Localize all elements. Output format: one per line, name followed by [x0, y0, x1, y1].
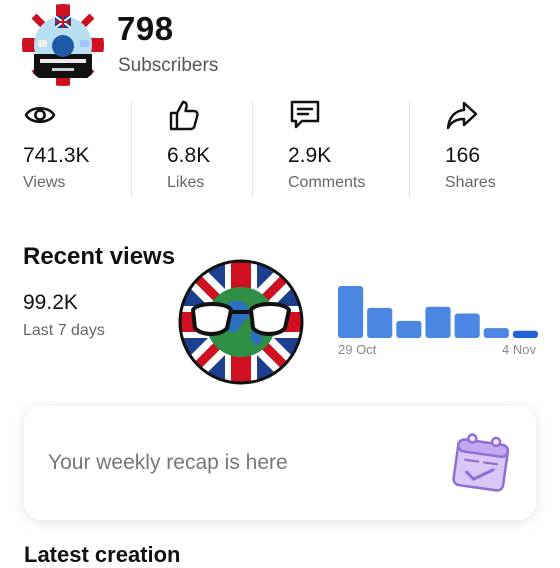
channel-avatar[interactable]: [22, 4, 104, 86]
stat-likes-value: 6.8K: [167, 144, 211, 167]
latest-creation-title: Latest creation: [24, 542, 181, 567]
stat-views[interactable]: 741.3K Views: [23, 98, 133, 192]
stat-likes-label: Likes: [167, 174, 205, 191]
weekly-recap-text: Your weekly recap is here: [48, 451, 288, 474]
divider: [252, 101, 253, 197]
thumbs-up-icon: [167, 98, 277, 132]
stat-comments[interactable]: 2.9K Comments: [288, 98, 398, 192]
stat-shares-value: 166: [445, 144, 481, 167]
eye-icon: [23, 98, 133, 132]
stat-shares[interactable]: 166 Shares: [445, 98, 555, 192]
recent-views-title: Recent views: [23, 243, 176, 270]
recent-views-period: Last 7 days: [23, 322, 105, 339]
calendar-check-icon: [448, 430, 514, 501]
stat-comments-value: 2.9K: [288, 144, 332, 167]
divider: [131, 101, 132, 197]
chart-date-start: 29 Oct: [338, 342, 377, 357]
chart-bar: [338, 286, 364, 338]
recent-views-value: 99.2K: [23, 291, 78, 314]
divider: [409, 101, 410, 197]
comment-icon: [288, 98, 398, 132]
subscriber-label: Subscribers: [118, 55, 219, 76]
share-icon: [445, 98, 555, 132]
weekly-recap-card[interactable]: Your weekly recap is here: [24, 406, 536, 520]
stat-comments-label: Comments: [288, 174, 366, 191]
chart-bar: [454, 313, 480, 338]
stat-views-value: 741.3K: [23, 144, 90, 167]
chart-bar: [425, 306, 451, 338]
countryball-sticker: [177, 258, 305, 391]
chart-bar: [483, 328, 509, 338]
chart-bar: [512, 330, 538, 338]
chart-bar: [396, 320, 422, 338]
chart-date-end: 4 Nov: [502, 342, 536, 357]
subscriber-count: 798: [117, 10, 174, 47]
chart-bar: [367, 307, 393, 338]
stat-views-label: Views: [23, 174, 66, 191]
stat-shares-label: Shares: [445, 174, 496, 191]
stat-likes[interactable]: 6.8K Likes: [167, 98, 277, 192]
recent-views-chart: [338, 286, 538, 338]
